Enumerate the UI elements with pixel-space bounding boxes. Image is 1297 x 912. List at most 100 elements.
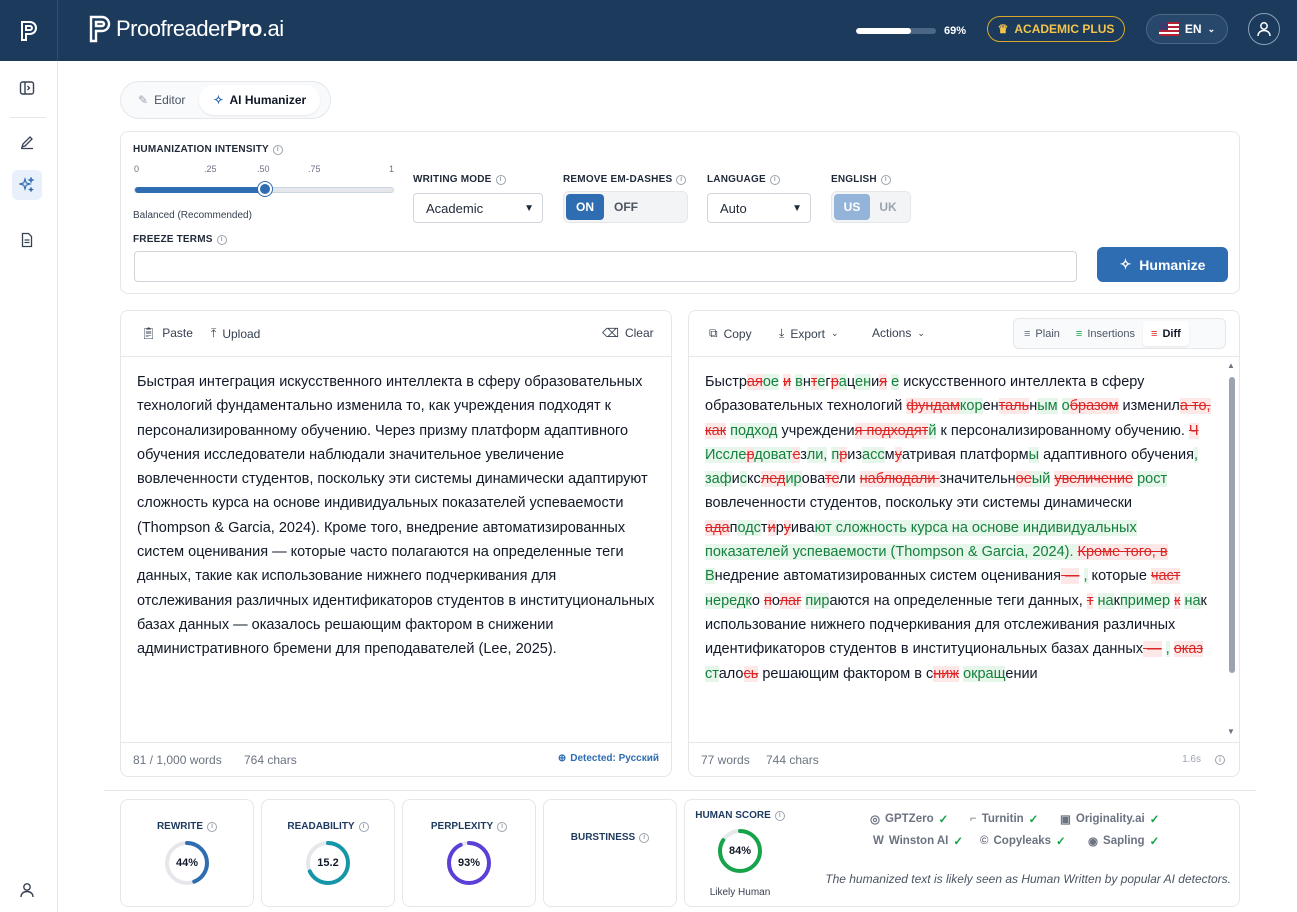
input-textarea[interactable]: Быстрая интеграция искусственного интелл… bbox=[137, 370, 655, 662]
info-icon[interactable]: i bbox=[769, 174, 780, 185]
info-icon[interactable]: i bbox=[207, 821, 218, 832]
diff-insertion: ым bbox=[1037, 398, 1058, 415]
tab-editor[interactable]: ✎ Editor bbox=[124, 85, 199, 115]
sidebar-item-documents[interactable] bbox=[12, 225, 42, 255]
clear-button[interactable]: ⌫ Clear bbox=[602, 326, 654, 340]
info-icon[interactable]: i bbox=[495, 174, 506, 185]
diff-insertion: доват bbox=[754, 446, 793, 463]
export-button[interactable]: ⤓ Export ⌄ bbox=[779, 326, 839, 341]
diff-unchanged: и bbox=[731, 471, 740, 488]
freeze-terms-input[interactable] bbox=[134, 251, 1077, 282]
scrollbar-thumb[interactable] bbox=[1229, 377, 1235, 673]
metrics-divider bbox=[104, 790, 1256, 791]
download-icon: ⤓ bbox=[779, 326, 785, 340]
diff-unchanged: ц bbox=[846, 374, 856, 390]
ring-value: 44% bbox=[175, 857, 199, 869]
usage-meter: 69% bbox=[856, 25, 966, 37]
info-icon[interactable]: i bbox=[358, 821, 369, 832]
toggle-sidebar-button[interactable] bbox=[12, 73, 42, 103]
sidebar-account-button[interactable] bbox=[12, 875, 42, 905]
diff-unchanged: ало bbox=[718, 665, 744, 682]
output-toolbar: ⧉ Copy ⤓ Export ⌄ Actions ⌄ ≡ Plain ≡ Insertio… bbox=[689, 311, 1239, 357]
diff-insertion: заф bbox=[705, 471, 732, 488]
plan-badge[interactable]: ♛ ACADEMIC PLUS bbox=[987, 16, 1125, 42]
info-icon[interactable]: i bbox=[676, 174, 687, 185]
diff-icon: ≡ bbox=[1151, 327, 1158, 340]
diff-deletion: Кроме того, в bbox=[1077, 544, 1168, 561]
view-insertions-label: Insertions bbox=[1087, 327, 1136, 340]
crown-icon: ♛ bbox=[997, 22, 1009, 36]
diff-unchanged: о bbox=[751, 592, 764, 609]
em-dash-on-button[interactable]: ON bbox=[566, 194, 604, 220]
tab-ai-humanizer[interactable]: ✧ AI Humanizer bbox=[199, 85, 321, 115]
app-logo-mark[interactable] bbox=[0, 0, 58, 61]
em-dash-off-button[interactable]: OFF bbox=[604, 194, 648, 220]
diff-insertion: на bbox=[1097, 592, 1114, 609]
diff-deletion: у bbox=[894, 446, 902, 463]
eraser-icon: ⌫ bbox=[602, 326, 619, 340]
copyleaks-icon: © bbox=[980, 835, 989, 847]
language-select[interactable]: Auto ▼ bbox=[707, 193, 811, 223]
copy-icon: ⧉ bbox=[709, 326, 718, 340]
paste-button[interactable]: 📋︎ Paste bbox=[141, 326, 193, 340]
lines-icon: ≡ bbox=[1024, 327, 1031, 340]
diff-insertion: с bbox=[739, 471, 748, 488]
info-icon[interactable]: i bbox=[880, 174, 891, 185]
view-plain-button[interactable]: ≡ Plain bbox=[1016, 321, 1068, 346]
info-icon[interactable]: i bbox=[216, 234, 227, 245]
sidebar-item-editor[interactable] bbox=[12, 127, 42, 157]
export-label: Export bbox=[790, 326, 825, 341]
view-insertions-button[interactable]: ≡ Insertions bbox=[1068, 321, 1143, 346]
info-icon[interactable]: i bbox=[639, 832, 650, 843]
writing-mode-label: WRITING MODE i bbox=[413, 174, 506, 185]
sidebar-item-humanizer[interactable] bbox=[12, 170, 42, 200]
diff-insertion: а bbox=[838, 374, 847, 390]
account-button[interactable] bbox=[1248, 13, 1280, 45]
output-char-count: 744 chars bbox=[766, 753, 819, 767]
output-diff-text[interactable]: Быстраяое и внтеграцения е искусственног… bbox=[705, 370, 1215, 744]
diff-unchanged: к персонализированному обучению. bbox=[936, 422, 1189, 439]
language-selector[interactable]: EN ⌄ bbox=[1146, 14, 1228, 44]
info-icon[interactable]: i bbox=[497, 821, 508, 832]
diff-deletion: — bbox=[1060, 568, 1080, 585]
output-scrollbar[interactable]: ▲ ▼ bbox=[1227, 361, 1236, 751]
brand-logo[interactable]: ProofreaderPro.ai bbox=[88, 14, 284, 44]
diff-unchanged: решающим фактором в с bbox=[758, 665, 934, 682]
diff-insertion: на bbox=[1184, 592, 1201, 609]
intensity-slider-fill bbox=[135, 187, 265, 193]
view-diff-button[interactable]: ≡ Diff bbox=[1143, 321, 1189, 346]
intensity-slider-thumb[interactable] bbox=[258, 182, 272, 196]
scroll-up-icon[interactable]: ▲ bbox=[1227, 361, 1235, 370]
diff-deletion: ая bbox=[746, 374, 763, 390]
humanize-button[interactable]: ✧ Humanize bbox=[1097, 247, 1228, 282]
brand-name: ProofreaderPro.ai bbox=[116, 16, 284, 41]
diff-deletion: част bbox=[1150, 568, 1181, 585]
writing-mode-select[interactable]: Academic ▼ bbox=[413, 193, 543, 223]
usage-bar-fill bbox=[856, 28, 912, 34]
english-us-button[interactable]: US bbox=[834, 194, 870, 220]
processing-time: 1.6s bbox=[1182, 754, 1201, 765]
info-icon[interactable]: i bbox=[272, 144, 283, 155]
chevron-down-icon: ▼ bbox=[792, 202, 802, 214]
diff-deletion: р bbox=[830, 374, 839, 390]
em-dash-label: REMOVE EM-DASHES i bbox=[563, 174, 687, 185]
english-variant-toggle: US UK bbox=[831, 191, 911, 223]
scroll-down-icon[interactable]: ▼ bbox=[1227, 727, 1235, 736]
tab-humanizer-label: AI Humanizer bbox=[229, 93, 307, 107]
diff-unchanged: г bbox=[825, 374, 831, 390]
diff-unchanged: о bbox=[771, 592, 780, 609]
chevron-down-icon: ⌄ bbox=[917, 327, 925, 338]
user-icon bbox=[1257, 22, 1271, 37]
upload-button[interactable]: ⤒ Upload bbox=[211, 326, 260, 341]
intensity-slider[interactable] bbox=[134, 182, 394, 196]
actions-button[interactable]: Actions ⌄ bbox=[872, 326, 925, 340]
info-icon[interactable]: i bbox=[774, 810, 785, 821]
originality-icon: ▣ bbox=[1060, 814, 1071, 826]
detector-originality: ▣ Originality.ai ✓ bbox=[1060, 813, 1160, 826]
input-word-count: 81 / 1,000 words bbox=[133, 753, 222, 767]
info-icon[interactable]: i bbox=[1215, 755, 1225, 765]
language-value: Auto bbox=[720, 200, 747, 216]
diff-unchanged: к bbox=[1200, 592, 1207, 609]
english-uk-button[interactable]: UK bbox=[870, 194, 906, 220]
copy-button[interactable]: ⧉ Copy bbox=[709, 326, 752, 341]
